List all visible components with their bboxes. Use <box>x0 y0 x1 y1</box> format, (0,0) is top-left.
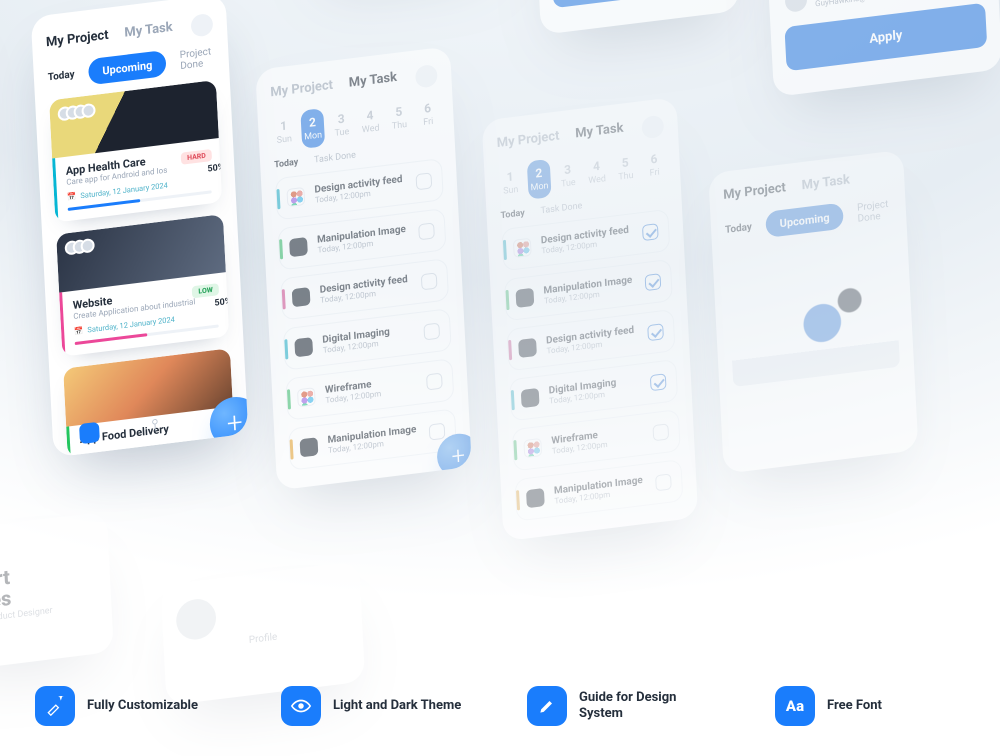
figma-icon <box>523 438 542 458</box>
feature-strip: Fully Customizable Light and Dark Theme … <box>0 686 1000 726</box>
tab-my-project[interactable]: My Project <box>496 128 559 151</box>
screen-projects: My Project My Task Today Upcoming Projec… <box>31 0 249 457</box>
day[interactable]: 5Thu <box>613 148 638 189</box>
search-icon[interactable] <box>190 12 213 37</box>
day[interactable]: 1Sun <box>498 162 523 203</box>
avatar <box>785 0 808 13</box>
person-mail: GuyHawkins@example.com <box>815 0 941 8</box>
checkbox[interactable] <box>416 172 433 190</box>
filter-taskdone[interactable]: Task Done <box>314 150 356 165</box>
screen-profile-b: Profile <box>160 561 365 706</box>
feature-label: Light and Dark Theme <box>333 698 461 714</box>
day[interactable]: 1Sun <box>272 112 297 153</box>
day[interactable]: 2Mon <box>300 108 325 149</box>
day[interactable]: 5Thu <box>387 97 412 138</box>
checkbox[interactable] <box>423 323 440 341</box>
feature-label: Free Font <box>827 698 882 714</box>
day[interactable]: 6Fri <box>642 145 667 186</box>
figma-icon <box>286 187 305 207</box>
day[interactable]: 4Wed <box>358 101 383 142</box>
create-project-button[interactable]: Create New Project <box>551 0 724 8</box>
tab-my-task[interactable]: My Task <box>801 172 850 193</box>
checkbox[interactable] <box>645 273 662 291</box>
ps-icon <box>526 488 545 508</box>
project-card[interactable]: Website Create Application about industr… <box>56 214 229 357</box>
filter-taskdone[interactable]: Task Done <box>540 201 582 216</box>
calendar-icon: 📅 <box>74 326 84 336</box>
filter-done[interactable]: Project Done <box>180 46 216 72</box>
empty-illustration <box>727 247 900 388</box>
task-row[interactable]: Manipulation ImageToday, 12:00pm <box>288 408 457 471</box>
filter-today[interactable]: Today <box>48 69 75 83</box>
font-icon: Aa <box>775 686 815 726</box>
checkbox[interactable] <box>429 423 446 441</box>
day[interactable]: 3Tue <box>329 105 354 146</box>
checkbox[interactable] <box>418 222 435 240</box>
figma-icon <box>297 387 316 407</box>
checkbox[interactable] <box>647 323 664 341</box>
filter-upcoming[interactable]: Upcoming <box>765 202 844 238</box>
feature: Light and Dark Theme <box>281 686 471 726</box>
ps-icon <box>518 338 537 358</box>
filter-done[interactable]: Project Done <box>857 198 893 224</box>
tab-my-task[interactable]: My Task <box>575 120 624 141</box>
eye-icon <box>281 686 321 726</box>
ps-icon <box>292 287 311 307</box>
screen-profile: Profile Albert Flores Senior Product Des… <box>0 511 114 672</box>
screen-tasks-a: My Project My Task 1Sun 2Mon 3Tue 4Wed 5T… <box>255 46 472 490</box>
screen-empty: My Project My Task Today Upcoming Project… <box>708 150 918 474</box>
project-card[interactable]: App Health Care Care app for Android and… <box>49 80 222 223</box>
ps-icon <box>300 437 319 457</box>
tab-my-task[interactable]: My Task <box>124 20 173 41</box>
ps-icon <box>521 388 540 408</box>
tab-my-project[interactable]: My Project <box>46 28 109 51</box>
checkbox[interactable] <box>655 473 672 491</box>
checkbox[interactable] <box>652 423 669 441</box>
profile-label: Profile <box>0 529 94 557</box>
wand-icon <box>35 686 75 726</box>
figma-icon <box>513 238 532 258</box>
screen-create-project: Member ▦ Header Image Choose Header ✚ Cr… <box>531 0 739 35</box>
feature-label: Fully Customizable <box>87 698 198 714</box>
ps-icon <box>289 237 308 257</box>
avatar <box>175 597 217 642</box>
ps-icon <box>516 288 535 308</box>
task-row[interactable]: Manipulation ImageToday, 12:00pm <box>514 459 683 522</box>
feature: Guide for Design System <box>527 686 719 726</box>
checkbox[interactable] <box>426 373 443 391</box>
filter-today[interactable]: Today <box>725 221 752 235</box>
checkbox[interactable] <box>421 272 438 290</box>
feature-label: Guide for Design System <box>579 690 719 721</box>
calendar-icon: 📅 <box>67 192 77 202</box>
feature: Fully Customizable <box>35 686 225 726</box>
screen-people: Brooklyn Simmons Guy HawkinsGuyHawkins@e… <box>759 0 1000 97</box>
search-icon[interactable] <box>415 64 438 89</box>
day[interactable]: 6Fri <box>415 94 440 135</box>
screen-tasks-b: My Project My Task 1Sun 2Mon 3Tue 4Wed 5T… <box>482 97 699 541</box>
nav-calendar-icon[interactable] <box>79 422 100 444</box>
tab-my-project[interactable]: My Project <box>270 77 333 100</box>
checkbox[interactable] <box>650 373 667 391</box>
filter-today[interactable]: Today <box>274 157 299 170</box>
nav-stats-icon[interactable]: ⫯ <box>151 414 159 435</box>
tab-my-project[interactable]: My Project <box>723 180 786 203</box>
progress-pct: 50% <box>214 297 229 309</box>
filter-today[interactable]: Today <box>500 208 525 221</box>
pencil-icon <box>527 686 567 726</box>
day[interactable]: 3Tue <box>556 155 581 196</box>
filter-upcoming[interactable]: Upcoming <box>88 50 167 86</box>
checkbox[interactable] <box>642 223 659 241</box>
day[interactable]: 4Wed <box>584 152 609 193</box>
tab-my-task[interactable]: My Task <box>348 69 397 90</box>
top-tabs: My Project My Task <box>46 20 173 51</box>
search-icon[interactable] <box>641 115 664 140</box>
ps-icon <box>294 337 313 357</box>
feature: Aa Free Font <box>775 686 965 726</box>
day[interactable]: 2Mon <box>527 159 552 200</box>
progress-pct: 50% <box>207 163 222 175</box>
